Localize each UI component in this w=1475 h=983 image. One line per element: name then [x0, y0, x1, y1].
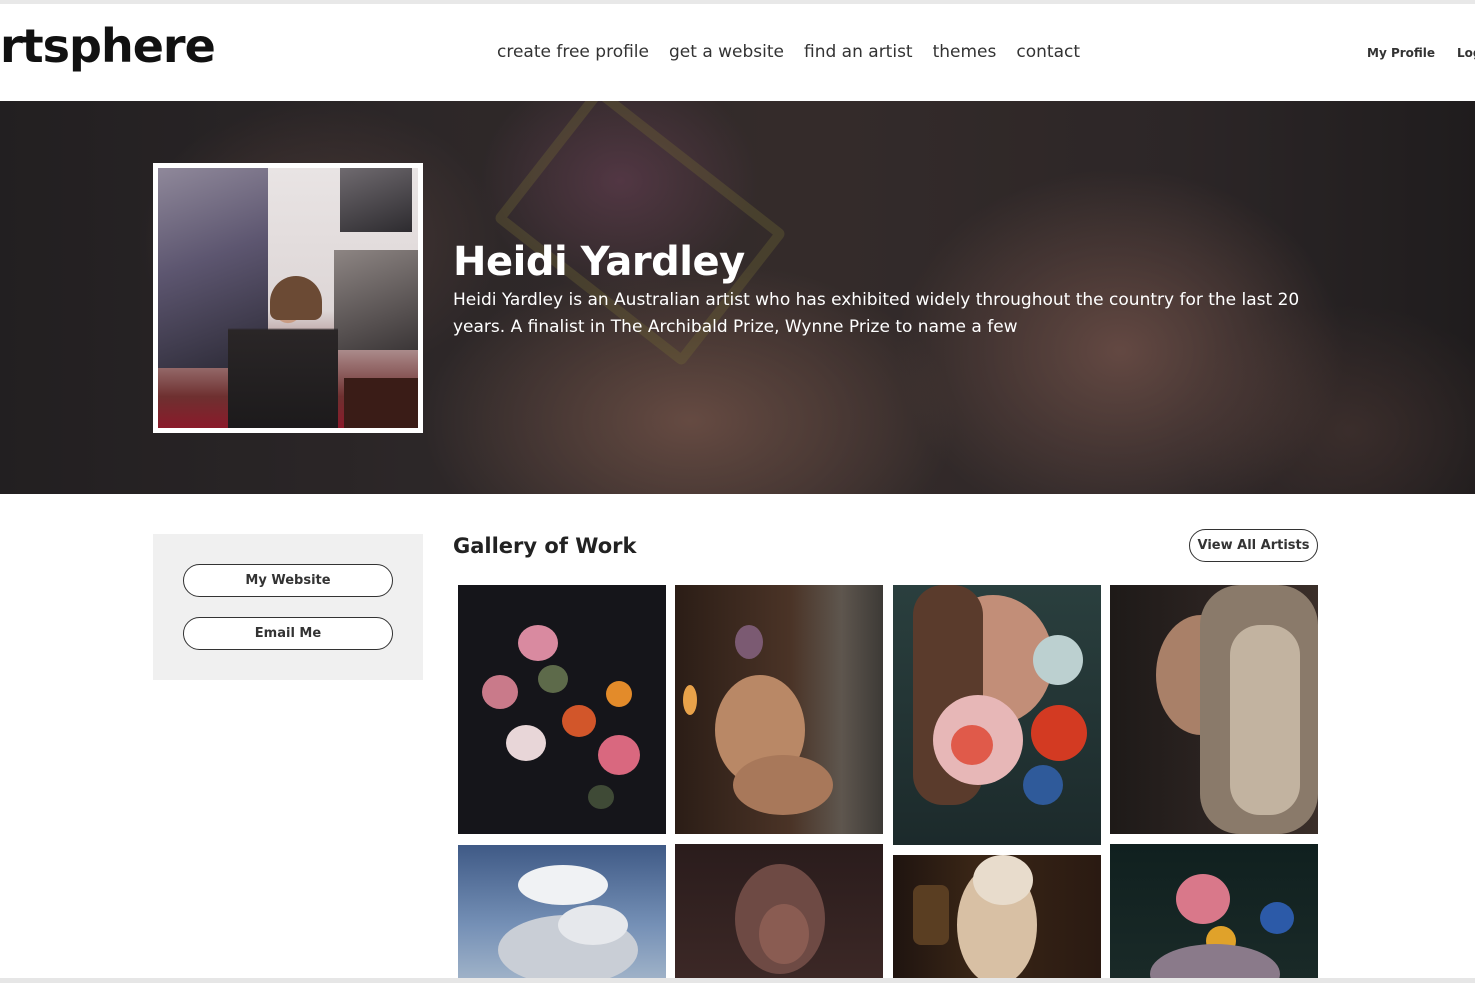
- contact-sidebar: My Website Email Me: [153, 534, 423, 680]
- artist-portrait-image: [158, 168, 418, 428]
- main-nav: create free profile get a website find a…: [497, 40, 1100, 64]
- artwork-thumbnail-blonde-portrait[interactable]: [1110, 585, 1318, 834]
- site-logo[interactable]: rtsphere: [0, 16, 216, 76]
- my-website-button[interactable]: My Website: [183, 564, 393, 597]
- login-link[interactable]: Log: [1457, 45, 1475, 61]
- artwork-thumbnail-clouds[interactable]: [458, 845, 666, 979]
- artist-name: Heidi Yardley: [453, 239, 745, 285]
- artist-bio: Heidi Yardley is an Australian artist wh…: [453, 290, 1300, 337]
- artwork-thumbnail-woman-with-roses[interactable]: [893, 585, 1101, 845]
- nav-create-free-profile[interactable]: create free profile: [497, 40, 649, 64]
- my-profile-link[interactable]: My Profile: [1367, 45, 1435, 61]
- artwork-thumbnail-rose-still-life[interactable]: [1110, 844, 1318, 979]
- artist-hero-banner: Heidi Yardley Heidi Yardley is an Austra…: [0, 101, 1475, 494]
- email-me-button[interactable]: Email Me: [183, 617, 393, 650]
- view-all-artists-button[interactable]: View All Artists: [1189, 529, 1318, 562]
- site-header: rtsphere create free profile get a websi…: [0, 4, 1475, 101]
- bottom-rule: [0, 978, 1475, 983]
- gallery-title: Gallery of Work: [453, 534, 637, 558]
- nav-find-an-artist[interactable]: find an artist: [804, 40, 913, 64]
- artwork-thumbnail-flower-still-life[interactable]: [458, 585, 666, 834]
- artwork-thumbnail-figure-with-pearls[interactable]: [893, 855, 1101, 979]
- nav-get-a-website[interactable]: get a website: [669, 40, 784, 64]
- nav-themes[interactable]: themes: [933, 40, 997, 64]
- artist-portrait-frame: [153, 163, 423, 433]
- artwork-thumbnail-dark-figure[interactable]: [675, 844, 883, 979]
- nav-contact[interactable]: contact: [1016, 40, 1080, 64]
- artwork-thumbnail-nude-figure[interactable]: [675, 585, 883, 834]
